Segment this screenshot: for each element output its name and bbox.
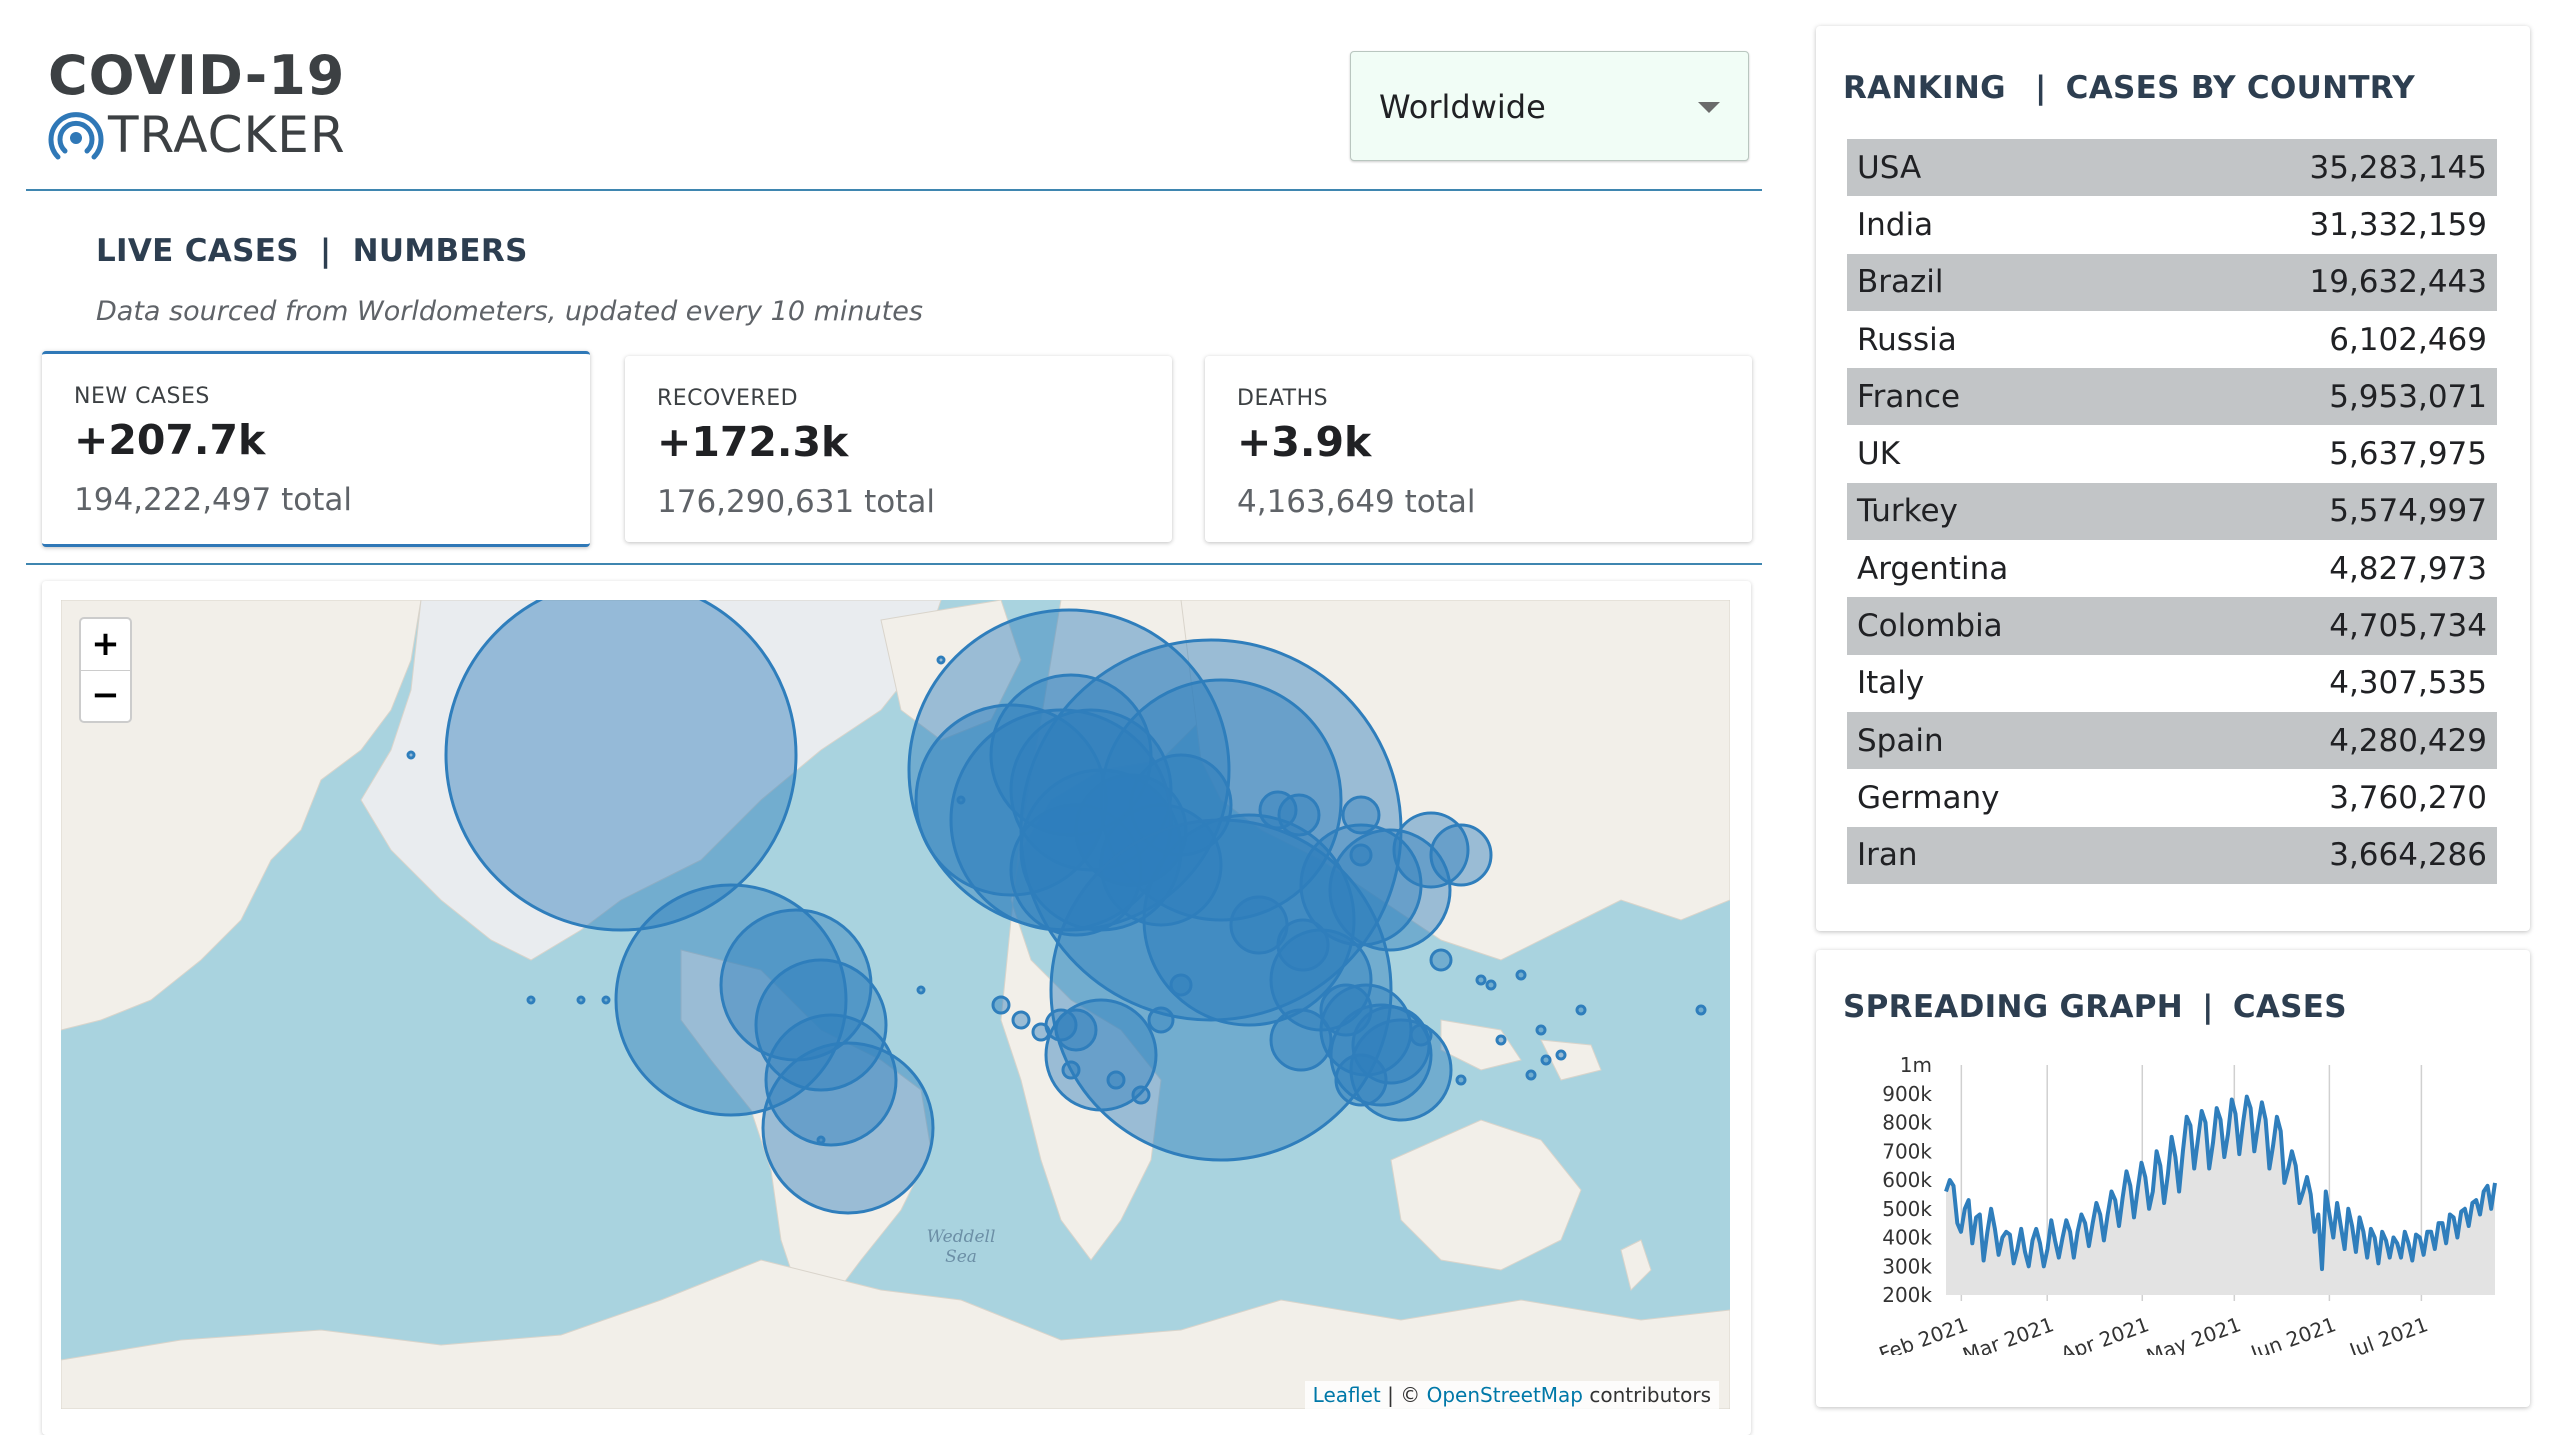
live-cases-title: LIVE CASES | NUMBERS	[96, 233, 528, 269]
world-map[interactable]: Weddell Sea Leaflet | © OpenStreetMap co…	[61, 600, 1730, 1409]
y-tick-label: 700k	[1882, 1139, 1932, 1163]
ranking-row: Colombia 4,705,734	[1847, 597, 2497, 655]
cases-line-chart: 1m 900k 800k 700k 600k 500k 400k 300k 200k Feb 20…	[1876, 1055, 2497, 1355]
x-tick-label: Feb 2021	[1876, 1312, 1971, 1355]
y-tick-label: 300k	[1882, 1254, 1932, 1278]
country-select-value: Worldwide	[1379, 88, 1546, 126]
x-tick-label: May 2021	[2143, 1312, 2244, 1355]
ranking-row: Russia 6,102,469	[1847, 311, 2497, 368]
zoom-in-button[interactable]: +	[81, 619, 130, 671]
stat-card-recovered[interactable]: RECOVERED +172.3k 176,290,631 total	[625, 356, 1172, 542]
ranking-cases: 3,760,270	[2329, 779, 2487, 816]
sea-label: Sea	[945, 1247, 977, 1267]
stat-value: +3.9k	[1237, 418, 1372, 466]
ranking-row: Brazil 19,632,443	[1847, 253, 2497, 311]
ranking-row: France 5,953,071	[1847, 368, 2497, 426]
stat-label: DEATHS	[1237, 386, 1329, 411]
ranking-row: India 31,332,159	[1847, 196, 2497, 253]
ranking-cases: 31,332,159	[2309, 206, 2488, 243]
leaflet-link[interactable]: Leaflet	[1313, 1383, 1381, 1407]
ranking-cases: 5,637,975	[2329, 436, 2487, 473]
stat-value: +172.3k	[657, 418, 849, 466]
stat-card-deaths[interactable]: DEATHS +3.9k 4,163,649 total	[1205, 356, 1752, 542]
ranking-row: Iran 3,664,286	[1847, 826, 2497, 884]
ranking-country: Argentina	[1857, 550, 2009, 587]
openstreetmap-link[interactable]: OpenStreetMap	[1427, 1383, 1583, 1407]
broadcast-icon	[48, 112, 104, 160]
ranking-cases: 6,102,469	[2329, 321, 2487, 358]
ranking-country: UK	[1857, 436, 1901, 473]
ranking-title: RANKING | CASES BY COUNTRY	[1843, 70, 2415, 106]
ranking-cases: 35,283,145	[2309, 149, 2488, 186]
zoom-out-button[interactable]: −	[81, 670, 130, 721]
ranking-country: Turkey	[1857, 493, 1958, 530]
x-tick-label: Apr 2021	[2057, 1312, 2152, 1355]
ranking-table: USA 35,283,145 India 31,332,159 Brazil 19,632…	[1847, 139, 2497, 884]
y-tick-label: 900k	[1882, 1082, 1932, 1106]
ranking-cases: 5,574,997	[2329, 493, 2487, 530]
ranking-country: Spain	[1857, 722, 1944, 759]
y-tick-label: 500k	[1882, 1197, 1932, 1221]
ranking-cases: 4,827,973	[2329, 550, 2487, 587]
ranking-cases: 19,632,443	[2309, 264, 2488, 301]
ranking-row: Turkey 5,574,997	[1847, 482, 2497, 541]
ranking-country: Colombia	[1857, 608, 2003, 645]
graph-title: SPREADING GRAPH | CASES	[1843, 989, 2347, 1025]
y-tick-label: 1m	[1900, 1055, 1932, 1077]
ranking-row: UK 5,637,975	[1847, 425, 2497, 482]
x-tick-label: Mar 2021	[1959, 1312, 2056, 1355]
map-attribution: Leaflet | © OpenStreetMap contributors	[1304, 1381, 1719, 1409]
ranking-cases: 4,705,734	[2329, 608, 2487, 645]
stat-total: 176,290,631 total	[657, 484, 935, 520]
y-tick-label: 400k	[1882, 1226, 1932, 1250]
ranking-country: Russia	[1857, 321, 1957, 358]
ranking-row: Argentina 4,827,973	[1847, 540, 2497, 597]
ranking-row: Germany 3,760,270	[1847, 769, 2497, 826]
country-select[interactable]: Worldwide	[1350, 51, 1749, 161]
ranking-country: Italy	[1857, 665, 1925, 702]
stats-divider	[26, 563, 1762, 565]
stat-label: RECOVERED	[657, 386, 799, 411]
ranking-country: Germany	[1857, 779, 2000, 816]
stat-card-new-cases[interactable]: NEW CASES +207.7k 194,222,497 total	[42, 351, 590, 547]
ranking-cases: 4,307,535	[2329, 665, 2487, 702]
ranking-row: USA 35,283,145	[1847, 139, 2497, 197]
y-tick-label: 600k	[1882, 1168, 1932, 1192]
app-logo: COVID-19 TRACKER	[48, 46, 378, 164]
logo-title: COVID-19	[48, 44, 346, 107]
chevron-down-icon	[1698, 102, 1720, 113]
ranking-cases: 5,953,071	[2329, 378, 2487, 415]
stat-label: NEW CASES	[74, 384, 210, 409]
x-tick-label: Jul 2021	[2345, 1312, 2432, 1355]
logo-subtitle: TRACKER	[108, 106, 346, 164]
ranking-row: Italy 4,307,535	[1847, 655, 2497, 712]
map-canvas: Weddell Sea	[61, 600, 1730, 1409]
ranking-row: Spain 4,280,429	[1847, 711, 2497, 770]
sea-label: Weddell	[927, 1227, 996, 1247]
ranking-country: France	[1857, 378, 1961, 415]
data-source-note: Data sourced from Worldometers, updated …	[96, 296, 923, 327]
ranking-cases: 4,280,429	[2329, 722, 2487, 759]
ranking-country: Iran	[1857, 837, 1918, 874]
ranking-country: USA	[1857, 149, 1922, 186]
ranking-country: Brazil	[1857, 264, 1944, 301]
y-tick-label: 200k	[1882, 1283, 1932, 1307]
stat-total: 194,222,497 total	[74, 482, 352, 518]
x-tick-label: Jun 2021	[2246, 1312, 2339, 1355]
ranking-cases: 3,664,286	[2329, 837, 2487, 874]
ranking-country: India	[1857, 206, 1934, 243]
y-tick-label: 800k	[1882, 1111, 1932, 1135]
stat-value: +207.7k	[74, 416, 266, 464]
header-divider	[26, 189, 1762, 191]
stat-total: 4,163,649 total	[1237, 484, 1476, 520]
map-zoom-control: + −	[79, 617, 132, 723]
